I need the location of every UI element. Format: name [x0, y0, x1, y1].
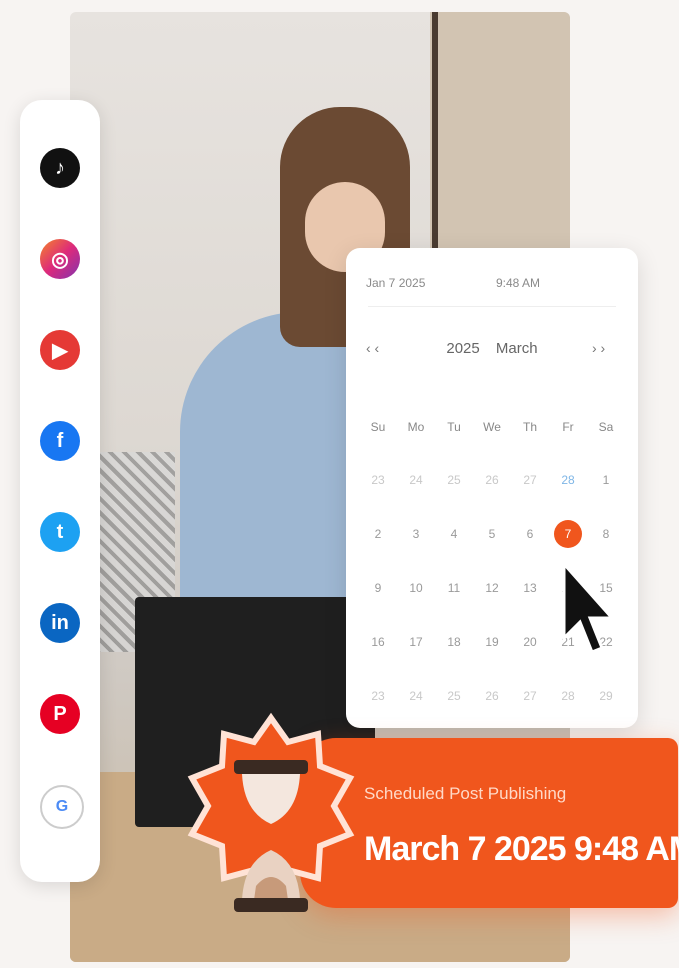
calendar-day[interactable]: 26	[478, 682, 506, 710]
shelf	[430, 12, 570, 252]
google-business-icon[interactable]: G	[40, 785, 84, 829]
calendar-day[interactable]: 1	[592, 466, 620, 494]
shelf-edge	[432, 12, 438, 252]
calendar-day[interactable]: 6	[516, 520, 544, 548]
calendar-day[interactable]: 17	[402, 628, 430, 656]
time-tab[interactable]: 9:48 AM	[496, 276, 540, 290]
banner-subtitle: Scheduled Post Publishing	[364, 784, 567, 803]
calendar-day[interactable]: 3	[402, 520, 430, 548]
calendar-day[interactable]: 9	[364, 574, 392, 602]
weekday-label: Tu	[447, 420, 461, 434]
social-platform-sidebar: ♪ ◎ ▶ f t in P G	[20, 100, 100, 882]
calendar-day[interactable]: 12	[478, 574, 506, 602]
facebook-icon[interactable]: f	[40, 421, 80, 461]
calendar-day[interactable]: 25	[440, 466, 468, 494]
calendar-day[interactable]: 23	[364, 682, 392, 710]
calendar-day[interactable]: 24	[402, 466, 430, 494]
calendar-day[interactable]: 29	[592, 682, 620, 710]
calendar-day[interactable]: 2	[364, 520, 392, 548]
mouse-cursor-icon	[562, 560, 615, 654]
scheduled-datetime: March 7 2025 9:48 AM	[364, 830, 679, 868]
calendar-day[interactable]: 24	[402, 682, 430, 710]
calendar-week-row: 2345678	[364, 520, 620, 548]
calendar-week-row: 23 24 25 26 27 28 29	[364, 682, 620, 710]
calendar-day[interactable]: 16	[364, 628, 392, 656]
calendar-day[interactable]: 13	[516, 574, 544, 602]
next-month-button[interactable]: › ›	[592, 340, 605, 356]
date-tab[interactable]: Jan 7 2025	[366, 276, 425, 290]
calendar-day[interactable]: 4	[440, 520, 468, 548]
weekday-label: We	[483, 420, 501, 434]
weekday-label: Su	[370, 420, 386, 434]
calendar-day[interactable]: 8	[592, 520, 620, 548]
calendar-week-row: 23 24 25 26 27 28 1	[364, 466, 620, 494]
scheduled-post-banner: Scheduled Post Publishing March 7 2025 9…	[300, 738, 679, 908]
weekday-label: Fr	[562, 420, 574, 434]
youtube-icon[interactable]: ▶	[40, 330, 80, 370]
calendar-day[interactable]: 5	[478, 520, 506, 548]
month-label[interactable]: March	[496, 340, 538, 357]
tiktok-icon[interactable]: ♪	[40, 148, 80, 188]
weekday-header: Su Mo Tu We Th Fr Sa	[364, 413, 620, 441]
calendar-day[interactable]: 27	[516, 466, 544, 494]
calendar-day[interactable]: 19	[478, 628, 506, 656]
calendar-day[interactable]: 7	[554, 520, 582, 548]
calendar-day[interactable]: 11	[440, 574, 468, 602]
pinterest-icon[interactable]: P	[40, 694, 80, 734]
calendar-day[interactable]: 25	[440, 682, 468, 710]
hourglass-badge-icon	[187, 712, 355, 912]
calendar-day[interactable]: 10	[402, 574, 430, 602]
weekday-label: Th	[522, 420, 537, 434]
calendar-day[interactable]: 27	[516, 682, 544, 710]
calendar-day[interactable]: 20	[516, 628, 544, 656]
instagram-icon[interactable]: ◎	[40, 239, 80, 279]
calendar-day[interactable]: 28	[554, 466, 582, 494]
linkedin-icon[interactable]: in	[40, 603, 80, 643]
calendar-day[interactable]: 28	[554, 682, 582, 710]
weekday-label: Sa	[598, 420, 614, 434]
calendar-day[interactable]: 18	[440, 628, 468, 656]
twitter-icon[interactable]: t	[40, 512, 80, 552]
divider	[368, 306, 616, 307]
calendar-day[interactable]: 26	[478, 466, 506, 494]
year-label[interactable]: 2025	[446, 340, 479, 357]
calendar-day[interactable]: 23	[364, 466, 392, 494]
weekday-label: Mo	[407, 420, 425, 434]
